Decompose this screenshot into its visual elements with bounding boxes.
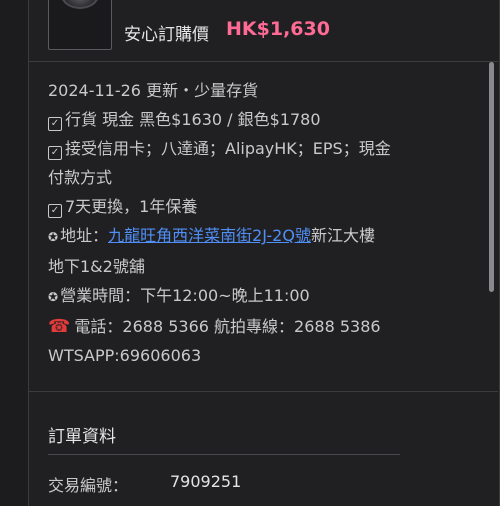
checkbox-icon: ✓	[48, 146, 62, 160]
product-details: 2024-11-26 更新・少量存貨 ✓ 行貨 現金 黑色$1630 / 銀色$1…	[48, 76, 468, 370]
divider	[28, 61, 498, 62]
payment-line: ✓ 接受信用卡；八達通；AlipayHK；EPS；現金	[48, 134, 468, 163]
phone-line: ☎ 電話：2688 5366 航拍專線：2688 5386	[48, 316, 381, 337]
update-status: 2024-11-26 更新・少量存貨	[48, 81, 259, 100]
stock-line: ✓ 行貨 現金 黑色$1630 / 銀色$1780	[48, 105, 468, 134]
transaction-value: 7909251	[170, 472, 242, 491]
transaction-label: 交易編號：	[48, 476, 129, 495]
telephone-icon: ☎	[48, 316, 71, 337]
warranty-line: ✓ 7天更換，1年保養	[48, 192, 468, 221]
hours-line: ✪ 營業時間：下午12:00~晚上11:00	[48, 286, 310, 305]
address-line: ✪ 地址：九龍旺角西洋菜南街2J-2Q號新江大樓	[48, 226, 375, 245]
order-section-title: 訂單資料	[48, 427, 116, 447]
payment-line-cont: 付款方式	[48, 168, 113, 187]
checkbox-icon: ✓	[48, 117, 62, 131]
scrollbar[interactable]	[489, 62, 494, 292]
price-value: HK$1,630	[226, 18, 330, 40]
whatsapp-line: WTSAPP:69606063	[48, 346, 202, 365]
checkbox-icon: ✓	[48, 204, 62, 218]
address-link[interactable]: 九龍旺角西洋菜南街2J-2Q號	[108, 226, 311, 245]
star-icon: ✪	[48, 230, 59, 244]
star-icon: ✪	[48, 290, 59, 304]
section-divider	[48, 454, 400, 455]
price-label: 安心訂購價	[124, 25, 209, 45]
divider	[28, 391, 498, 392]
product-image	[61, 0, 99, 9]
product-thumbnail[interactable]	[48, 0, 112, 50]
address-line-cont: 地下1&2號舖	[48, 257, 145, 276]
